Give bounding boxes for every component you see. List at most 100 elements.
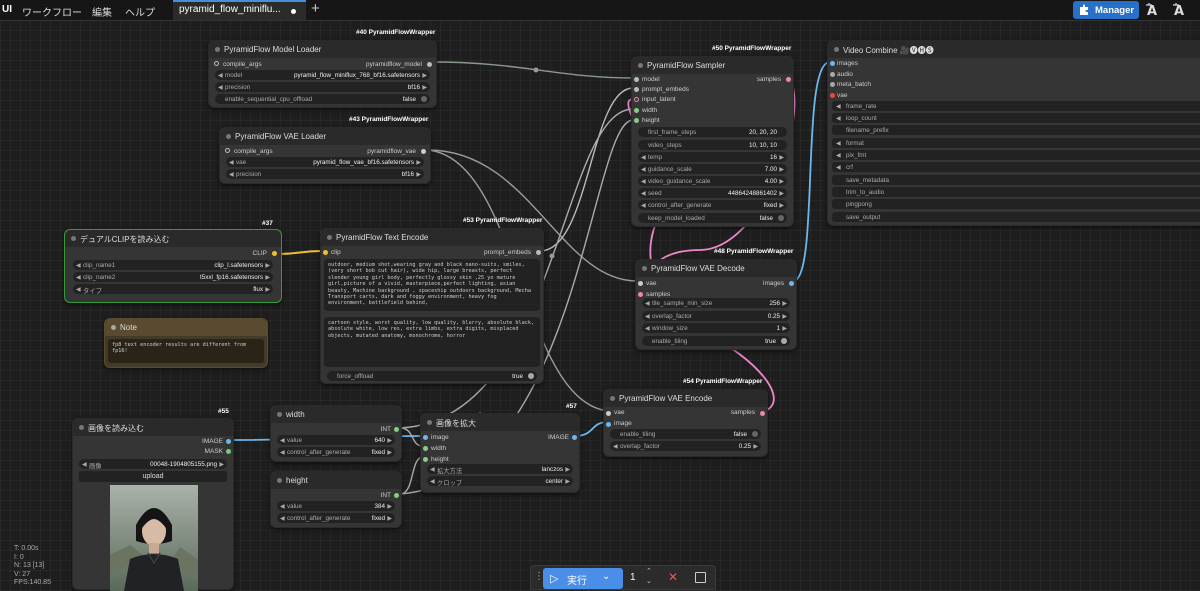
input-pin[interactable]	[225, 148, 230, 153]
output-pin[interactable]	[272, 251, 277, 256]
collapse-dot-icon[interactable]	[79, 425, 84, 430]
input-pin[interactable]	[323, 250, 328, 255]
node-header[interactable]: PyramidFlow Model Loader	[209, 41, 436, 58]
arrow-left-icon[interactable]: ◀	[280, 503, 285, 510]
input-pin[interactable]	[423, 435, 428, 440]
arrow-right-icon[interactable]: ▶	[779, 190, 784, 197]
output-pin[interactable]	[394, 427, 399, 432]
arrow-left-icon[interactable]: ◀	[82, 461, 87, 468]
arrow-left-icon[interactable]: ◀	[641, 166, 646, 173]
arrow-left-icon[interactable]: ◀	[280, 449, 285, 456]
node-video-combine[interactable]: Video Combine 🎥🅥🅗🅢 images audio meta_bat…	[827, 40, 1200, 226]
stop-square-icon[interactable]	[695, 572, 706, 583]
number-widget[interactable]: ◀ frame_rate	[832, 101, 1200, 111]
arrow-right-icon[interactable]: ▶	[422, 72, 427, 79]
arrow-left-icon[interactable]: ◀	[645, 325, 650, 332]
toggle-knob[interactable]	[421, 96, 427, 102]
combo-widget[interactable]: ◀ model pyramid_flow_miniflux_768_bf16.saf…	[215, 70, 430, 80]
arrow-right-icon[interactable]: ▶	[779, 154, 784, 161]
toggle-knob[interactable]	[752, 431, 758, 437]
arrow-left-icon[interactable]: ◀	[218, 84, 223, 91]
number-widget[interactable]: ◀ video_guidance_scale 4.00 ▶	[638, 176, 787, 186]
text-widget[interactable]: filename_prefix	[832, 125, 1200, 135]
number-widget[interactable]: ◀ overlap_factor 0.25 ▶	[642, 311, 790, 321]
input-pin[interactable]	[606, 422, 611, 427]
arrow-left-icon[interactable]: ◀	[641, 154, 646, 161]
node-header[interactable]: 画像を読み込む	[73, 419, 233, 436]
input-pin[interactable]	[423, 457, 428, 462]
toggle-knob[interactable]	[778, 215, 784, 221]
arrow-left-icon[interactable]: ◀	[76, 286, 81, 293]
arrow-right-icon[interactable]: ▶	[782, 325, 787, 332]
new-tab-plus-icon[interactable]: +	[311, 0, 320, 17]
input-pin[interactable]	[638, 292, 643, 297]
arrow-left-icon[interactable]: ◀	[218, 72, 223, 79]
language-icon[interactable]: A	[1172, 2, 1188, 18]
node-dual-clip[interactable]: デュアルCLIPを読み込む CLIP ◀ clip_name1 clip_l.saf…	[64, 229, 282, 303]
manager-button[interactable]: Manager	[1073, 1, 1139, 19]
combo-widget[interactable]: ◀ control_after_generate fixed ▶	[277, 513, 395, 523]
decrement-icon[interactable]: ⌄	[646, 577, 652, 585]
arrow-left-icon[interactable]: ◀	[430, 478, 435, 485]
input-pin[interactable]	[830, 72, 835, 77]
arrow-left-icon[interactable]: ◀	[613, 443, 618, 450]
number-widget[interactable]: ◀ crf	[832, 162, 1200, 172]
run-button[interactable]: ▷ 実行 ⌄	[543, 568, 623, 589]
node-header[interactable]: PyramidFlow VAE Encode	[604, 390, 767, 407]
arrow-right-icon[interactable]: ▶	[782, 313, 787, 320]
arrow-right-icon[interactable]: ▶	[565, 478, 570, 485]
arrow-right-icon[interactable]: ▶	[416, 159, 421, 166]
arrow-right-icon[interactable]: ▶	[753, 443, 758, 450]
node-header[interactable]: 画像を拡大	[421, 414, 579, 431]
collapse-dot-icon[interactable]	[327, 235, 332, 240]
collapse-dot-icon[interactable]	[638, 63, 643, 68]
output-pin[interactable]	[760, 411, 765, 416]
node-header[interactable]: height	[271, 472, 401, 489]
arrow-right-icon[interactable]: ▶	[219, 461, 224, 468]
arrow-left-icon[interactable]: ◀	[280, 515, 285, 522]
toggle-widget[interactable]: enable_sequential_cpu_offload false	[215, 94, 430, 104]
upload-button[interactable]: upload	[79, 471, 227, 482]
arrow-right-icon[interactable]: ▶	[387, 437, 392, 444]
arrow-right-icon[interactable]: ▶	[265, 274, 270, 281]
input-pin[interactable]	[214, 61, 219, 66]
collapse-dot-icon[interactable]	[226, 134, 231, 139]
toggle-widget[interactable]: save_output	[832, 212, 1200, 222]
input-pin[interactable]	[830, 61, 835, 66]
arrow-left-icon[interactable]: ◀	[430, 466, 435, 473]
toggle-widget[interactable]: keep_model_loaded false	[638, 213, 787, 223]
node-note[interactable]: Note fp8 text encoder results are differ…	[104, 318, 268, 368]
input-pin[interactable]	[638, 281, 643, 286]
input-pin[interactable]	[634, 97, 639, 102]
combo-widget[interactable]: ◀ control_after_generate fixed ▶	[277, 447, 395, 457]
combo-widget[interactable]: ◀ clip_name1 clip_l.safetensors ▶	[73, 260, 273, 270]
arrow-left-icon[interactable]: ◀	[76, 274, 81, 281]
node-upscale[interactable]: 画像を拡大 image width height IMAGE ◀ 拡大方法 lanc…	[420, 413, 580, 493]
input-pin[interactable]	[634, 87, 639, 92]
text-widget[interactable]: video_steps 10, 10, 10	[638, 140, 787, 150]
combo-widget[interactable]: ◀ タイプ flux ▶	[73, 284, 273, 295]
combo-widget[interactable]: ◀ 拡大方法 lanczos ▶	[427, 464, 573, 475]
input-pin[interactable]	[634, 108, 639, 113]
negative-prompt-textarea[interactable]: cartoon style, worst quality, low qualit…	[324, 317, 540, 367]
combo-widget[interactable]: ◀ clip_name2 t5xxl_fp16.safetensors ▶	[73, 272, 273, 282]
output-pin[interactable]	[427, 62, 432, 67]
input-pin[interactable]	[830, 93, 835, 98]
combo-widget[interactable]: ◀ vae pyramid_flow_vae_bf16.safetensors ▶	[226, 157, 424, 167]
output-pin[interactable]	[786, 77, 791, 82]
menu-edit[interactable]: 編集	[92, 4, 112, 19]
translate-icon[interactable]: A	[1145, 2, 1161, 18]
toggle-widget[interactable]: enable_tiling false	[610, 429, 761, 439]
arrow-right-icon[interactable]: ▶	[422, 84, 427, 91]
toggle-widget[interactable]: save_metadata	[832, 175, 1200, 185]
toggle-widget[interactable]: force_offload true	[327, 371, 537, 381]
arrow-right-icon[interactable]: ▶	[779, 166, 784, 173]
node-vae-decode[interactable]: PyramidFlow VAE Decode vae samples image…	[635, 259, 797, 350]
node-header[interactable]: width	[271, 406, 401, 423]
arrow-left-icon[interactable]: ◀	[836, 164, 841, 171]
arrow-right-icon[interactable]: ▶	[387, 503, 392, 510]
number-widget[interactable]: ◀ temp 16 ▶	[638, 152, 787, 162]
note-textarea[interactable]: fp8 text encoder results are different f…	[108, 339, 264, 363]
arrow-left-icon[interactable]: ◀	[645, 300, 650, 307]
input-pin[interactable]	[606, 411, 611, 416]
